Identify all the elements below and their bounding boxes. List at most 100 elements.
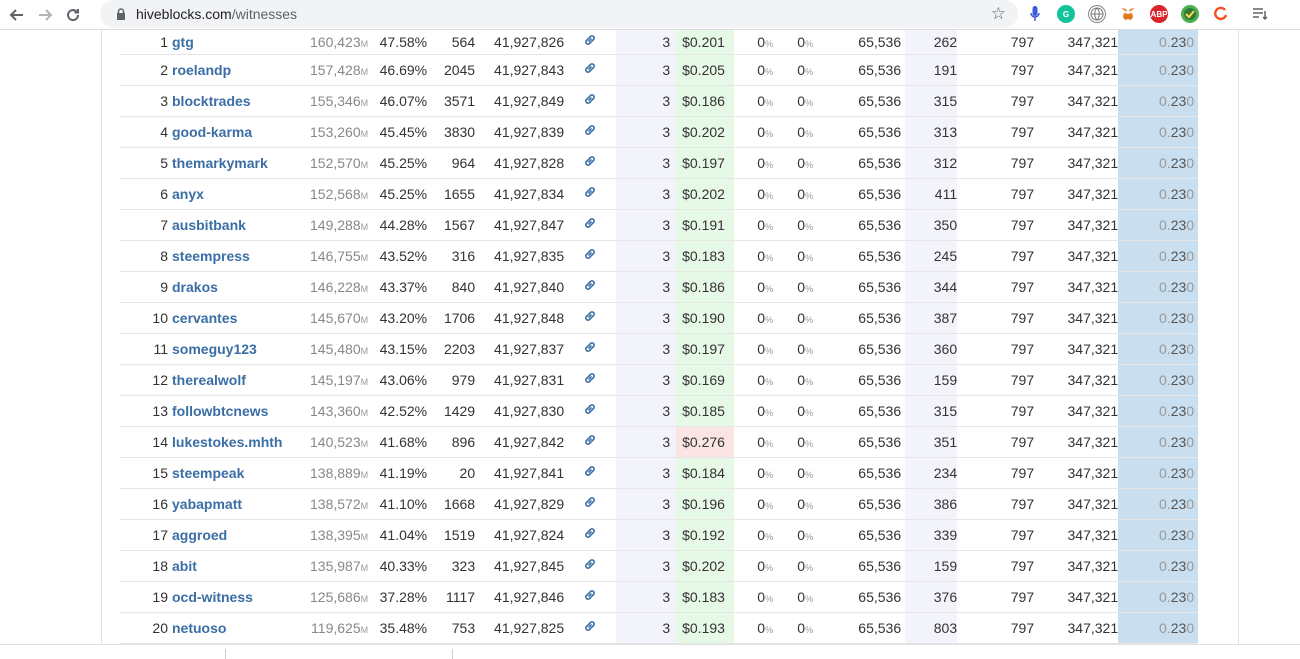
last-block-cell: 41,927,826 — [475, 30, 565, 55]
link-icon[interactable] — [583, 558, 597, 574]
witness-name-link[interactable]: ocd-witness — [172, 589, 253, 605]
witness-name-link[interactable]: blocktrades — [172, 93, 251, 109]
percent-symbol: % — [805, 376, 814, 387]
link-icon[interactable] — [583, 34, 597, 50]
link-icon[interactable] — [583, 372, 597, 388]
globe-icon[interactable] — [1088, 5, 1106, 23]
percent-symbol: % — [805, 190, 814, 201]
horizontal-scrollbar[interactable] — [0, 644, 1300, 659]
witness-name-link[interactable]: ausbitbank — [172, 217, 246, 233]
version-part-c: 0 — [1186, 340, 1195, 357]
vpn-icon[interactable] — [1181, 5, 1199, 23]
link-icon[interactable] — [583, 465, 597, 481]
witness-name-link[interactable]: steempress — [172, 248, 250, 264]
link-icon[interactable] — [583, 248, 597, 264]
link-icon[interactable] — [583, 527, 597, 543]
forward-arrow-icon[interactable] — [34, 4, 56, 26]
version-part-b: 23 — [1170, 371, 1187, 388]
rate-cell: 0% — [773, 116, 814, 148]
txn-cell: 411 — [905, 178, 958, 210]
link-icon[interactable] — [583, 620, 597, 636]
last-block-cell: 41,927,848 — [475, 302, 565, 334]
link-icon[interactable] — [583, 403, 597, 419]
abp-icon[interactable]: ABP — [1150, 5, 1168, 23]
link-icon[interactable] — [583, 310, 597, 326]
refresh-ext-icon[interactable] — [1212, 5, 1230, 23]
witness-name-link[interactable]: roelandp — [172, 62, 231, 78]
missed-blocks-cell: 964 — [427, 147, 476, 179]
witness-table-body: 1 gtg 160,423M 47.58% 564 41,927,826 3 $0.201 0%… — [120, 30, 1199, 644]
link-icon[interactable] — [583, 341, 597, 357]
version-part-a: 0. — [1159, 247, 1171, 264]
version-part-c: 0 — [1186, 154, 1195, 171]
witness-name-link[interactable]: themarkymark — [172, 155, 268, 171]
witness-name-link[interactable]: drakos — [172, 279, 218, 295]
rate-value: 0 — [797, 185, 806, 202]
apr-value: 0 — [757, 309, 766, 326]
version-cell: 3 — [616, 85, 677, 117]
rank-value: 20 — [152, 619, 168, 636]
link-icon[interactable] — [583, 496, 597, 512]
witness-name-link[interactable]: abit — [172, 558, 197, 574]
link-icon[interactable] — [583, 589, 597, 605]
version-cell: 3 — [616, 271, 677, 303]
version-cell: 3 — [616, 364, 677, 396]
vote-percent-cell: 43.15% — [368, 333, 428, 365]
version-number-cell: 0.230 — [1118, 147, 1199, 179]
microphone-icon[interactable] — [1026, 5, 1044, 23]
witness-name-link[interactable]: therealwolf — [172, 372, 246, 388]
link-icon[interactable] — [583, 155, 597, 171]
link-icon[interactable] — [583, 93, 597, 109]
rate-cell: 0% — [773, 209, 814, 241]
version-cell: 3 — [616, 54, 677, 86]
link-icon[interactable] — [583, 217, 597, 233]
witness-name-link[interactable]: steempeak — [172, 465, 244, 481]
block-size-cell: 65,536 — [813, 395, 906, 427]
witness-name-link[interactable]: gtg — [172, 34, 194, 50]
version-part-b: 23 — [1170, 247, 1187, 264]
bookmark-star-icon[interactable]: ☆ — [991, 4, 1006, 24]
back-arrow-icon[interactable] — [6, 4, 28, 26]
metamask-icon[interactable] — [1119, 5, 1137, 23]
account-creation-cell: 797 — [957, 147, 1035, 179]
percent-symbol: % — [765, 438, 774, 449]
url-path: /witnesses — [231, 6, 298, 22]
votes-cell: 146,755M — [310, 240, 369, 272]
link-icon[interactable] — [583, 279, 597, 295]
apr-cell: 0% — [734, 457, 774, 489]
price-feed-cell: $0.197 — [676, 333, 735, 365]
witness-name-link[interactable]: lukestokes.mhth — [172, 434, 282, 450]
rate-value: 0 — [797, 33, 806, 50]
witness-name-link[interactable]: anyx — [172, 186, 204, 202]
hbd-cell: 347,321 — [1034, 302, 1119, 334]
link-icon[interactable] — [583, 186, 597, 202]
reading-list-icon[interactable] — [1251, 5, 1269, 23]
block-size-cell: 65,536 — [813, 240, 906, 272]
txn-cell: 315 — [905, 85, 958, 117]
name-cell: netuoso — [172, 612, 310, 644]
reload-icon[interactable] — [62, 4, 84, 26]
apr-cell: 0% — [734, 178, 774, 210]
link-icon[interactable] — [583, 62, 597, 78]
witness-name-link[interactable]: good-karma — [172, 124, 252, 140]
witness-name-link[interactable]: aggroed — [172, 527, 227, 543]
link-icon[interactable] — [583, 124, 597, 140]
grammarly-icon[interactable]: G — [1057, 5, 1075, 23]
last-block-cell: 41,927,845 — [475, 550, 565, 582]
link-icon[interactable] — [583, 434, 597, 450]
votes-unit: M — [360, 97, 369, 108]
witness-name-link[interactable]: followbtcnews — [172, 403, 268, 419]
link-cell — [564, 271, 617, 303]
witness-name-link[interactable]: yabapmatt — [172, 496, 242, 512]
votes-cell: 146,228M — [310, 271, 369, 303]
link-cell — [564, 488, 617, 520]
name-cell: yabapmatt — [172, 488, 310, 520]
witness-name-link[interactable]: cervantes — [172, 310, 237, 326]
address-bar[interactable]: hiveblocks.com/witnesses ☆ — [100, 0, 1018, 28]
witness-name-link[interactable]: netuoso — [172, 620, 226, 636]
name-cell: someguy123 — [172, 333, 310, 365]
version-number-cell: 0.230 — [1118, 178, 1199, 210]
percent-symbol: % — [805, 66, 814, 77]
percent-symbol: % — [805, 252, 814, 263]
witness-name-link[interactable]: someguy123 — [172, 341, 257, 357]
